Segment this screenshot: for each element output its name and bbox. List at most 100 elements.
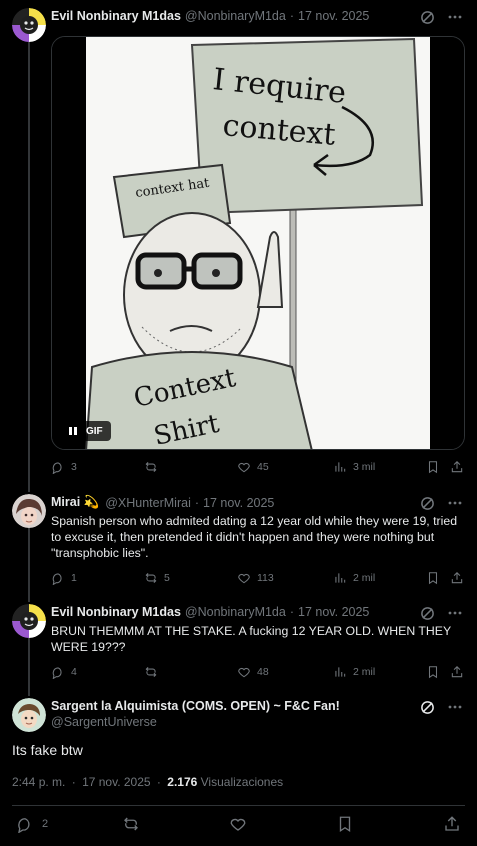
tweet-date[interactable]: 17 nov. 2025 — [203, 496, 274, 510]
grok-icon[interactable] — [420, 10, 435, 25]
avatar-image — [12, 494, 46, 528]
views-button[interactable]: 3 mil — [333, 460, 375, 474]
more-icon[interactable] — [447, 699, 463, 715]
reply-icon — [52, 573, 62, 585]
tweet-header-actions — [420, 495, 463, 511]
reply-button[interactable]: 2 — [16, 815, 48, 833]
tweet-time[interactable]: 2:44 p. m. — [12, 775, 65, 789]
share-button[interactable] — [450, 571, 464, 585]
gif-media[interactable]: I require context context hat Context Sh… — [51, 36, 465, 450]
share-icon — [451, 572, 463, 584]
handle[interactable]: @NonbinaryM1da — [185, 9, 286, 23]
views-button[interactable]: 2 mil — [333, 571, 375, 585]
tweet-actions: 1 5 113 2 mil — [51, 571, 465, 587]
tweet-header-actions — [420, 699, 463, 715]
bookmark-icon — [339, 816, 351, 833]
reply-count: 3 — [71, 461, 77, 473]
avatar[interactable] — [12, 494, 46, 528]
like-count: 113 — [257, 572, 274, 584]
separator: · — [156, 775, 161, 789]
like-count: 45 — [257, 461, 269, 473]
pause-icon[interactable] — [68, 426, 78, 436]
retweet-button[interactable] — [144, 665, 164, 679]
more-icon[interactable] — [447, 605, 463, 621]
views-icon — [335, 462, 346, 472]
main-tweet-text: Its fake btw — [12, 742, 83, 758]
reply-button[interactable]: 4 — [51, 665, 77, 679]
grok-icon[interactable] — [420, 700, 435, 715]
handle[interactable]: @NonbinaryM1da — [185, 605, 286, 619]
heart-icon — [238, 573, 250, 584]
views-count: 2 mil — [353, 572, 376, 584]
avatar-image — [12, 604, 46, 638]
tweet-text: Spanish person who admited dating a 12 y… — [51, 514, 458, 560]
display-name[interactable]: Evil Nonbinary M1das — [51, 605, 181, 619]
heart-icon — [238, 462, 250, 473]
like-button[interactable]: 113 — [237, 571, 274, 585]
reply-icon — [52, 667, 62, 679]
meme-image: I require context context hat Context Sh… — [52, 37, 464, 449]
main-tweet-meta: 2:44 p. m. · 17 nov. 2025 · 2.176 Visual… — [12, 775, 283, 789]
share-button[interactable] — [450, 460, 464, 474]
display-name[interactable]: Mirai 💫 — [51, 495, 99, 510]
like-count: 48 — [257, 666, 269, 678]
tweet-date[interactable]: 17 nov. 2025 — [298, 605, 369, 619]
display-name[interactable]: Sargent la Alquimista (COMS. OPEN) ~ F&C… — [51, 699, 340, 713]
tweet-actions: 4 48 2 mil — [51, 665, 465, 681]
tweet-date[interactable]: 17 nov. 2025 — [82, 775, 151, 789]
reply-count: 1 — [71, 572, 77, 584]
tweet-text: BRUN THEMMM AT THE STAKE. A fucking 12 Y… — [51, 624, 451, 654]
views-icon — [335, 667, 346, 677]
retweet-icon — [145, 461, 157, 473]
share-button[interactable] — [450, 665, 464, 679]
retweet-icon — [145, 666, 157, 678]
bookmark-icon — [428, 666, 438, 679]
reply-count: 2 — [42, 818, 49, 830]
bookmark-icon — [428, 572, 438, 585]
main-tweet-header: Sargent la Alquimista (COMS. OPEN) ~ F&C… — [51, 699, 340, 713]
retweet-icon — [124, 817, 138, 831]
handle[interactable]: @SargentUniverse — [51, 715, 157, 729]
retweet-button[interactable] — [122, 815, 140, 838]
tweet-header: Evil Nonbinary M1das @NonbinaryM1da · 17… — [51, 605, 369, 619]
like-button[interactable]: 48 — [237, 665, 269, 679]
display-name[interactable]: Evil Nonbinary M1das — [51, 9, 181, 23]
divider — [12, 805, 465, 806]
reply-count: 4 — [71, 666, 77, 678]
tweet-header: Mirai 💫 @XHunterMirai · 17 nov. 2025 — [51, 495, 274, 510]
retweet-button[interactable]: 5 — [144, 571, 170, 585]
handle[interactable]: @XHunterMirai — [105, 496, 191, 510]
thread-line — [28, 638, 30, 696]
views-button[interactable]: 2 mil — [333, 665, 375, 679]
grok-icon[interactable] — [420, 606, 435, 621]
share-icon — [451, 666, 463, 678]
gif-controls: GIF — [60, 421, 111, 441]
tweet-header-actions — [420, 605, 463, 621]
retweet-button[interactable] — [144, 460, 164, 474]
like-button[interactable]: 45 — [237, 460, 269, 474]
more-icon[interactable] — [447, 9, 463, 25]
share-icon — [445, 816, 459, 831]
bookmark-button[interactable] — [426, 665, 440, 679]
bookmark-button[interactable] — [336, 815, 354, 838]
separator: · — [194, 495, 200, 510]
grok-icon[interactable] — [420, 496, 435, 511]
share-button[interactable] — [443, 815, 461, 838]
retweet-count: 5 — [164, 572, 170, 584]
separator: · — [289, 605, 295, 619]
views-icon — [335, 573, 346, 583]
bookmark-button[interactable] — [426, 460, 440, 474]
like-button[interactable] — [229, 815, 247, 838]
avatar[interactable] — [12, 604, 46, 638]
bookmark-button[interactable] — [426, 571, 440, 585]
reply-button[interactable]: 1 — [51, 571, 77, 585]
heart-icon — [230, 818, 246, 831]
more-icon[interactable] — [447, 495, 463, 511]
reply-button[interactable]: 3 — [51, 460, 77, 474]
tweet-date[interactable]: 17 nov. 2025 — [298, 9, 369, 23]
heart-icon — [238, 667, 250, 678]
views-count: 3 mil — [353, 461, 376, 473]
separator: · — [71, 775, 76, 789]
avatar[interactable] — [12, 8, 46, 42]
avatar[interactable] — [12, 698, 46, 732]
